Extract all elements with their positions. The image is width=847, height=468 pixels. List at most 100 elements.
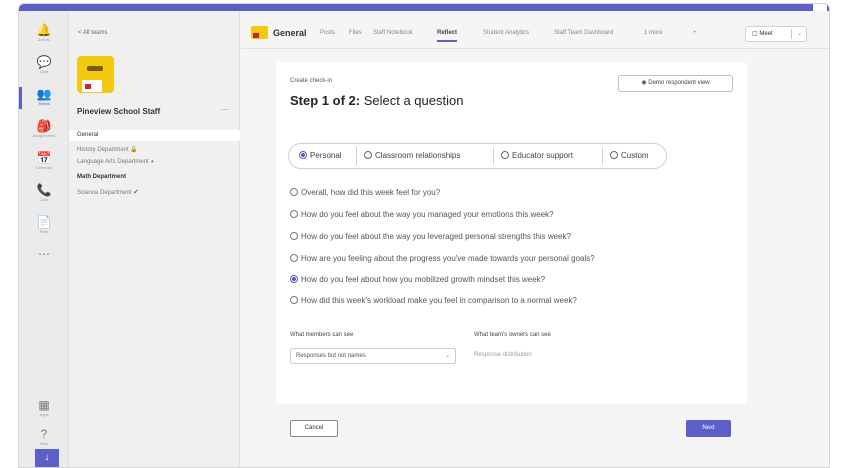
category-label: Custom <box>621 151 649 160</box>
channel-icon <box>251 26 268 39</box>
category-custom[interactable]: Custom <box>606 144 649 168</box>
chat-icon: 💬 <box>36 55 52 69</box>
channel-label: History Department <box>77 147 129 153</box>
channel-header: General Posts Files Staff Notebook Refle… <box>241 11 829 49</box>
rail-activity[interactable]: 🔔 Activity <box>19 19 69 49</box>
calendar-icon: 📅 <box>36 151 52 165</box>
teams-window: 🔔 Activity 💬 Chat 👥 Teams 🎒 Assignments 📅 Cal… <box>18 3 830 468</box>
radio-icon <box>290 210 298 218</box>
question-text: How are you feeling about the progress y… <box>301 254 595 263</box>
question-text: How do you feel about how you mobilized … <box>301 275 546 284</box>
channel-label: Science Department <box>77 190 132 196</box>
window-control[interactable] <box>813 4 827 11</box>
panel-footer: Cancel Next <box>276 404 747 448</box>
video-icon: ▢ <box>752 31 758 37</box>
owners-visibility-label: What team's owners can see <box>474 332 551 338</box>
radio-icon <box>364 151 372 159</box>
tab-more[interactable]: 1 more <box>644 30 663 36</box>
rail-teams[interactable]: 👥 Teams <box>19 83 69 113</box>
apps-icon: ▦ <box>38 398 50 412</box>
demo-label: Demo respondent view <box>648 80 710 86</box>
rail-more[interactable]: ⋯ <box>19 243 69 273</box>
main-content: General Posts Files Staff Notebook Refle… <box>241 11 829 467</box>
tab-student-analytics[interactable]: Student Analytics <box>483 30 529 36</box>
rail-assignments[interactable]: 🎒 Assignments <box>19 115 69 145</box>
channel-general[interactable]: General <box>69 130 240 141</box>
calls-icon: 📞 <box>36 183 52 197</box>
radio-icon <box>610 151 618 159</box>
channel-math[interactable]: Math Department <box>77 174 126 180</box>
chevron-down-icon: ⌄ <box>444 353 450 359</box>
check-icon: ✔ <box>133 189 139 196</box>
title-bar <box>19 4 829 11</box>
teams-icon: 👥 <box>36 87 52 101</box>
radio-icon <box>290 188 298 196</box>
meet-button[interactable]: ▢ Meet ⌄ <box>745 26 807 42</box>
tab-staff-team-dashboard[interactable]: Staff Team Dashboard <box>554 30 613 36</box>
rail-calendar[interactable]: 📅 Calendar <box>19 147 69 177</box>
radio-icon <box>290 232 298 240</box>
category-classroom-relationships[interactable]: Classroom relationships <box>360 144 460 168</box>
team-avatar <box>77 56 114 93</box>
add-tab-icon[interactable]: + <box>693 30 697 36</box>
category-selector: Personal Classroom relationships Educato… <box>288 143 667 169</box>
question-option[interactable]: How do you feel about the way you levera… <box>290 231 571 243</box>
category-label: Classroom relationships <box>375 151 461 160</box>
rail-files[interactable]: 📄 Files <box>19 211 69 241</box>
segment-divider <box>493 147 494 165</box>
meet-label: Meet <box>759 31 773 37</box>
question-option[interactable]: How did this week's workload make you fe… <box>290 295 577 307</box>
question-option-selected[interactable]: How do you feel about how you mobilized … <box>290 274 545 286</box>
channel-label: Language Arts Department <box>77 159 149 165</box>
members-visibility-dropdown[interactable]: Responses but not names ⌄ <box>290 348 456 364</box>
chevron-down-icon[interactable]: ⌄ <box>797 27 802 41</box>
channel-language-arts[interactable]: Language Arts Department ◕ <box>77 159 154 165</box>
radio-icon <box>299 151 307 159</box>
step-title: Select a question <box>363 93 464 108</box>
channel-title: General <box>273 28 307 38</box>
question-text: How do you feel about the way you levera… <box>301 232 571 241</box>
channel-status-icon: ◕ <box>150 159 155 165</box>
download-icon[interactable]: ↓ <box>35 449 59 467</box>
category-personal[interactable]: Personal <box>295 144 342 168</box>
dropdown-value: Responses but not names <box>296 353 366 359</box>
question-option[interactable]: Overall, how did this week feel for you? <box>290 187 440 199</box>
avatar-graphic <box>87 66 103 71</box>
tab-posts[interactable]: Posts <box>320 30 335 36</box>
segment-divider <box>602 147 603 165</box>
channel-history[interactable]: History Department 🔒 <box>77 146 138 153</box>
more-icon: ⋯ <box>38 247 50 261</box>
tab-files[interactable]: Files <box>349 30 362 36</box>
tab-staff-notebook[interactable]: Staff Notebook <box>373 30 413 36</box>
all-teams-link[interactable]: < All teams <box>78 30 108 36</box>
tab-reflect[interactable]: Reflect <box>437 30 458 42</box>
files-icon: 📄 <box>36 215 52 229</box>
assignments-icon: 🎒 <box>36 119 52 133</box>
rail-calls[interactable]: 📞 Calls <box>19 179 69 209</box>
channel-science[interactable]: Science Department ✔ <box>77 188 139 196</box>
step-indicator: Step 1 of 2: <box>290 93 361 108</box>
lock-icon: 🔒 <box>130 147 138 153</box>
next-button[interactable]: Next <box>686 420 731 437</box>
team-more-icon[interactable]: ⋯ <box>221 105 229 114</box>
panel-subtitle: Create check-in <box>290 78 333 84</box>
team-pane: < All teams Pineview School Staff ⋯ Gene… <box>69 11 240 467</box>
segment-divider <box>356 147 357 165</box>
category-educator-support[interactable]: Educator support <box>497 144 573 168</box>
rail-chat[interactable]: 💬 Chat <box>19 51 69 81</box>
avatar-card <box>82 80 102 92</box>
check-in-panel: Create check-in Step 1 of 2: Select a qu… <box>276 62 747 404</box>
team-name: Pineview School Staff <box>77 107 161 116</box>
question-text: Overall, how did this week feel for you? <box>301 188 441 197</box>
help-icon: ? <box>40 427 48 441</box>
owners-visibility-value: Response distribution <box>474 352 532 358</box>
demo-respondent-view-button[interactable]: ◉ Demo respondent view <box>618 75 733 92</box>
question-text: How do you feel about the way you manage… <box>301 210 554 219</box>
question-option[interactable]: How do you feel about the way you manage… <box>290 209 554 221</box>
question-option[interactable]: How are you feeling about the progress y… <box>290 253 595 265</box>
cancel-button[interactable]: Cancel <box>290 420 338 437</box>
radio-icon <box>501 151 509 159</box>
radio-icon <box>290 296 298 304</box>
page-title: Step 1 of 2: Select a question <box>290 93 463 108</box>
rail-apps[interactable]: ▦ Apps <box>19 394 69 424</box>
